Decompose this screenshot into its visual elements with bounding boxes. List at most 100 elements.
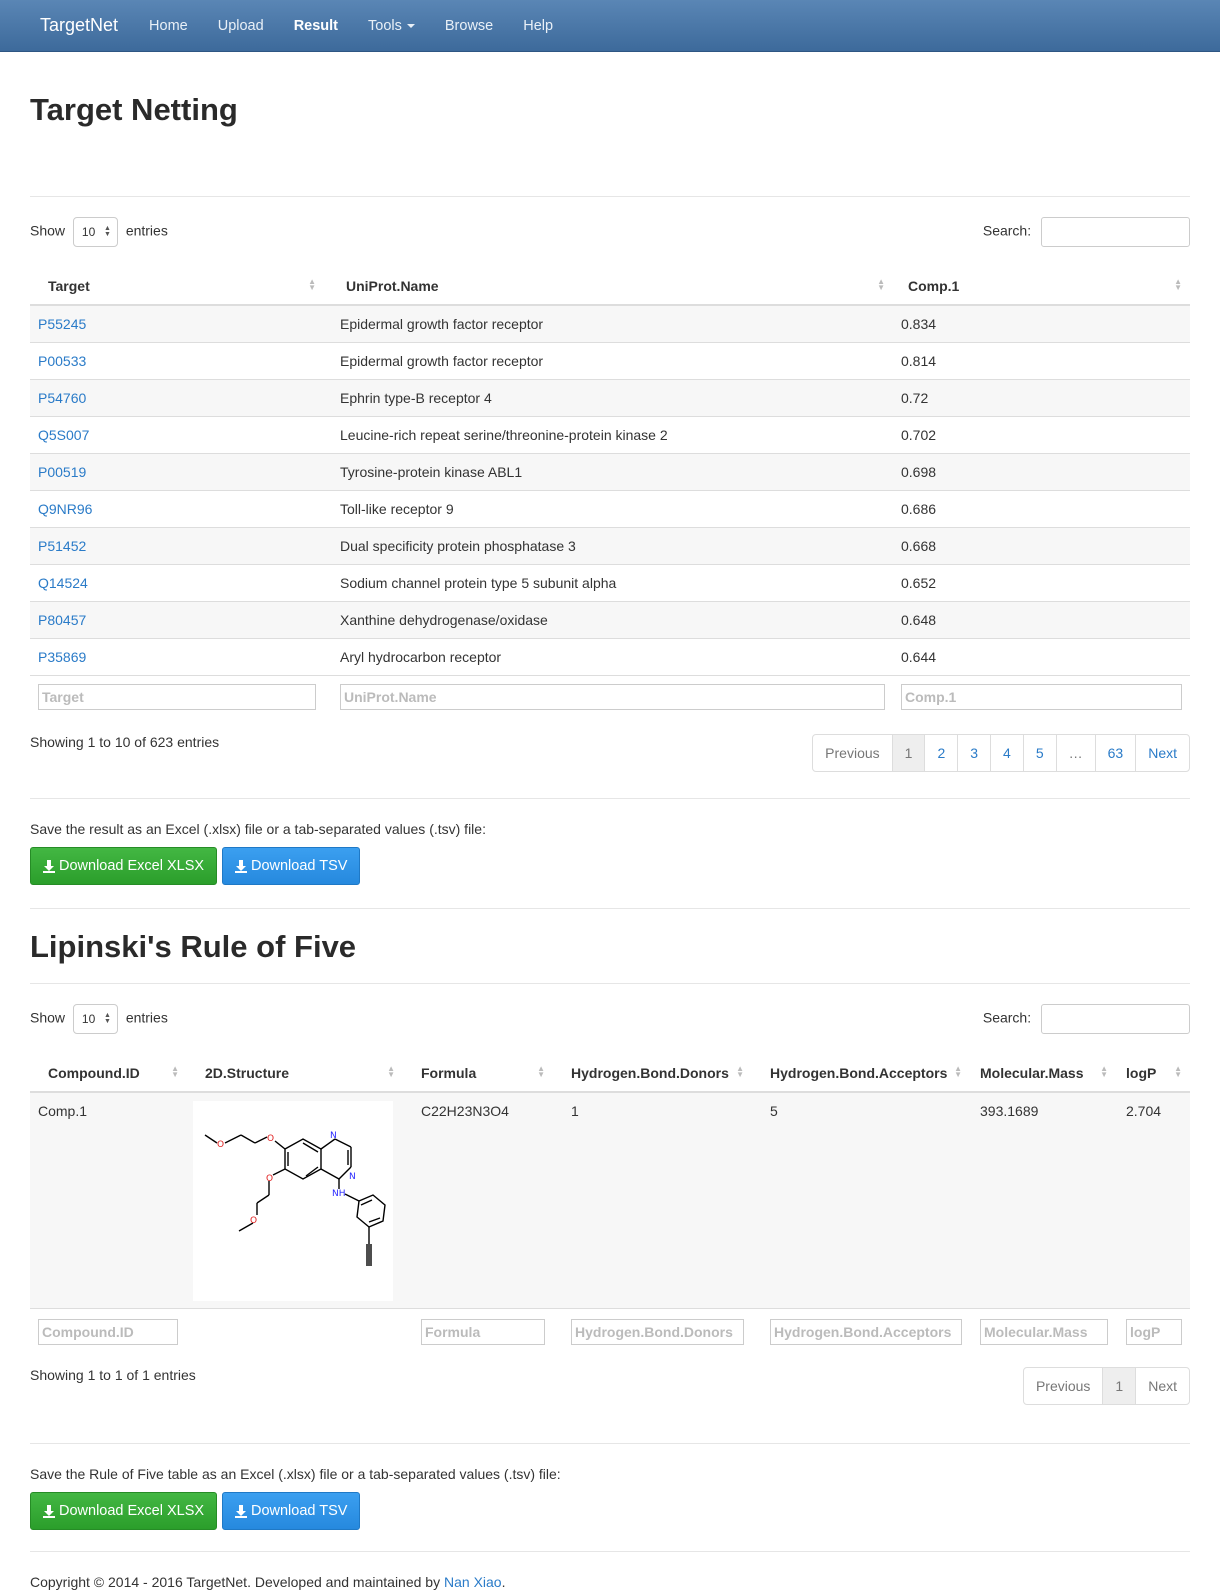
- download-icon: [43, 859, 55, 873]
- page-previous[interactable]: Previous: [813, 735, 891, 771]
- column-header-compound-id[interactable]: Compound.ID ▲ ▼: [30, 1054, 187, 1093]
- table-row: P80457 Xanthine dehydrogenase/oxidase 0.64…: [30, 600, 1190, 638]
- column-header-formula[interactable]: Formula ▲ ▼: [403, 1054, 553, 1093]
- uniprot-name-cell: Leucine-rich repeat serine/threonine-pro…: [324, 415, 893, 453]
- author-link[interactable]: Nan Xiao: [444, 1574, 502, 1590]
- column-header-donors[interactable]: Hydrogen.Bond.Donors ▲ ▼: [553, 1054, 752, 1093]
- formula-cell: C22H23N3O4: [403, 1091, 553, 1308]
- entries-select[interactable]: 10 ▲ ▼: [72, 1004, 118, 1034]
- column-header-logp[interactable]: logP ▲ ▼: [1116, 1054, 1190, 1093]
- filter-comp1[interactable]: Comp.1: [901, 684, 1182, 711]
- filter-mass[interactable]: Molecular.Mass: [980, 1318, 1108, 1345]
- entries-select[interactable]: 10 ▲ ▼: [72, 217, 118, 247]
- sort-icon: ▲ ▼: [877, 277, 885, 292]
- target-link[interactable]: P51452: [38, 538, 86, 554]
- page-5[interactable]: 5: [1022, 735, 1056, 771]
- target-link[interactable]: P55245: [38, 316, 86, 332]
- sort-icon: ▲ ▼: [954, 1064, 962, 1079]
- mass-cell: 393.1689: [970, 1091, 1116, 1308]
- nav-result[interactable]: Result: [279, 0, 353, 52]
- updown-icon: ▲ ▼: [103, 225, 111, 238]
- column-header-mass[interactable]: Molecular.Mass ▲ ▼: [970, 1054, 1116, 1093]
- search-label: Search:: [982, 222, 1032, 239]
- button-label: Download TSV: [250, 1503, 348, 1519]
- table-row: Q14524 Sodium channel protein type 5 subu…: [30, 563, 1190, 601]
- search-control: Search:: [983, 1004, 1190, 1034]
- page-1[interactable]: 1: [1102, 1368, 1136, 1404]
- column-header-target[interactable]: Target ▲ ▼: [30, 267, 324, 306]
- column-header-structure[interactable]: 2D.Structure ▲ ▼: [187, 1054, 403, 1093]
- target-link[interactable]: Q5S007: [38, 427, 89, 443]
- download-tsv-button[interactable]: Download TSV: [221, 847, 361, 885]
- download-xlsx-button[interactable]: Download Excel XLSX: [30, 1492, 218, 1530]
- download-xlsx-button[interactable]: Download Excel XLSX: [30, 847, 218, 885]
- column-header-acceptors[interactable]: Hydrogen.Bond.Acceptors ▲ ▼: [752, 1054, 970, 1093]
- page-2[interactable]: 2: [924, 735, 957, 771]
- page-4[interactable]: 4: [990, 735, 1023, 771]
- filter-acceptors[interactable]: Hydrogen.Bond.Acceptors: [770, 1318, 962, 1345]
- table-row: Q9NR96 Toll-like receptor 9 0.686: [30, 489, 1190, 527]
- filter-donors[interactable]: Hydrogen.Bond.Donors: [571, 1318, 744, 1345]
- download-icon: [43, 1504, 55, 1518]
- nav-tools-label: Tools: [368, 17, 402, 34]
- target-link[interactable]: P35869: [38, 649, 86, 665]
- filter-formula[interactable]: Formula: [421, 1318, 545, 1345]
- page-3[interactable]: 3: [957, 735, 990, 771]
- uniprot-name-cell: Epidermal growth factor receptor: [324, 341, 893, 379]
- search-input[interactable]: [1041, 217, 1190, 247]
- search-input[interactable]: [1041, 1004, 1190, 1034]
- filter-compound-id[interactable]: Compound.ID: [38, 1318, 178, 1345]
- target-link[interactable]: Q14524: [38, 575, 88, 591]
- column-label: Hydrogen.Bond.Donors: [571, 1064, 729, 1081]
- entries-value: 10: [81, 1012, 96, 1026]
- column-header-comp1[interactable]: Comp.1 ▲ ▼: [893, 267, 1190, 306]
- target-link[interactable]: Q9NR96: [38, 501, 92, 517]
- footer: Copyright © 2014 - 2016 TargetNet. Devel…: [30, 1552, 1190, 1590]
- download-tsv-button[interactable]: Download TSV: [221, 1492, 361, 1530]
- target-link[interactable]: P54760: [38, 390, 86, 406]
- entries-info: Showing 1 to 10 of 623 entries: [30, 734, 220, 750]
- brand-link[interactable]: TargetNet: [40, 15, 118, 36]
- pagination: Previous 1 Next: [1022, 1367, 1190, 1405]
- nav-home[interactable]: Home: [134, 0, 203, 52]
- page-63[interactable]: 63: [1094, 735, 1136, 771]
- compound-id-cell: Comp.1: [30, 1091, 187, 1308]
- page-previous[interactable]: Previous: [1024, 1368, 1102, 1404]
- entries-label: entries: [125, 1009, 168, 1026]
- atom-n: N: [330, 1131, 337, 1141]
- sort-icon: ▲ ▼: [537, 1064, 545, 1079]
- target-link[interactable]: P00533: [38, 353, 86, 369]
- molecule-structure-image: N N NH O O O O: [193, 1101, 393, 1301]
- column-header-uniprot-name[interactable]: UniProt.Name ▲ ▼: [324, 267, 893, 306]
- table-row: P35869 Aryl hydrocarbon receptor 0.644: [30, 637, 1190, 675]
- search-label: Search:: [982, 1009, 1032, 1026]
- score-cell: 0.648: [893, 600, 1190, 638]
- target-link[interactable]: P80457: [38, 612, 86, 628]
- target-link[interactable]: P00519: [38, 464, 86, 480]
- page-1[interactable]: 1: [891, 735, 925, 771]
- page-title: Target Netting: [30, 92, 238, 127]
- molecule-drawing: N N NH O O O O: [204, 1131, 386, 1266]
- table-footer: Showing 1 to 10 of 623 entries Previous …: [30, 719, 1190, 799]
- filter-uniprot-name[interactable]: UniProt.Name: [340, 684, 885, 711]
- nav-browse[interactable]: Browse: [430, 0, 508, 52]
- table-row: P00533 Epidermal growth factor receptor 0.…: [30, 341, 1190, 379]
- page-next[interactable]: Next: [1135, 735, 1189, 771]
- uniprot-name-cell: Toll-like receptor 9: [324, 489, 893, 527]
- table-row: Comp.1 N N NH O O O O C22H23N3O4 1 5 393…: [30, 1091, 1190, 1308]
- structure-cell: N N NH O O O O: [187, 1091, 403, 1308]
- show-label: Show: [30, 1009, 66, 1026]
- page-ellipsis: …: [1055, 735, 1095, 771]
- page-next[interactable]: Next: [1135, 1368, 1189, 1404]
- table-row: P55245 Epidermal growth factor receptor 0.…: [30, 304, 1190, 342]
- copyright-text: Copyright © 2014 - 2016 TargetNet. Devel…: [30, 1574, 441, 1590]
- nav-help[interactable]: Help: [508, 0, 568, 52]
- filter-target[interactable]: Target: [38, 684, 316, 711]
- sort-icon: ▲ ▼: [1100, 1064, 1108, 1079]
- filter-logp[interactable]: logP: [1126, 1318, 1182, 1345]
- save-text: Save the Rule of Five table as an Excel …: [30, 1466, 561, 1482]
- nav-tools-dropdown[interactable]: Tools: [353, 0, 430, 52]
- nav-upload[interactable]: Upload: [203, 0, 279, 52]
- column-label: UniProt.Name: [346, 277, 439, 294]
- atom-o: O: [266, 1174, 273, 1184]
